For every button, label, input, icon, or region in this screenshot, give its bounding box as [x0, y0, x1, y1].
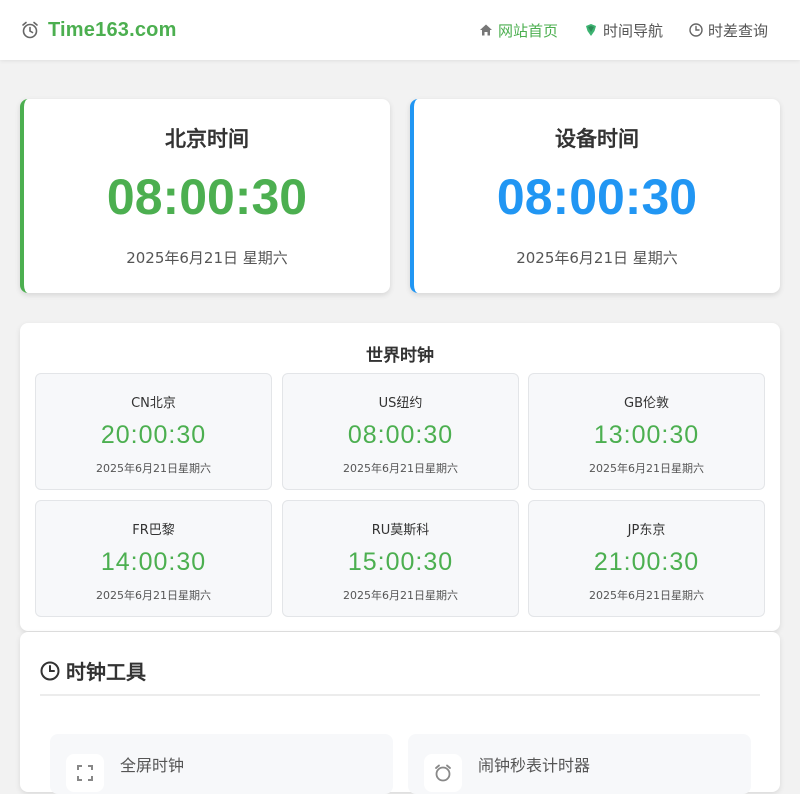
- city-clock-paris: FR巴黎 14:00:30 2025年6月21日星期六: [35, 500, 272, 617]
- device-time-card: 设备时间 08:00:30 2025年6月21日 星期六: [410, 99, 780, 293]
- city-date: 2025年6月21日星期六: [589, 462, 704, 475]
- navigation-icon: [584, 23, 598, 37]
- city-date: 2025年6月21日星期六: [343, 589, 458, 602]
- nav-item-label: 网站首页: [497, 21, 558, 40]
- city-clock-london: GB伦敦 13:00:30 2025年6月21日星期六: [528, 373, 765, 490]
- city-name: CN北京: [131, 396, 176, 411]
- beijing-time: 08:00:30: [106, 169, 308, 225]
- card-title: 设备时间: [555, 127, 639, 151]
- city-time: 13:00:30: [593, 421, 700, 449]
- city-name: US纽约: [378, 396, 423, 411]
- city-date: 2025年6月21日星期六: [343, 462, 458, 475]
- tools-title: 时钟工具: [66, 660, 146, 684]
- device-date: 2025年6月21日 星期六: [516, 249, 678, 267]
- beijing-time-card: 北京时间 08:00:30 2025年6月21日 星期六: [20, 99, 390, 293]
- main-nav: 网站首页 时间导航 时差查询: [453, 20, 768, 41]
- city-date: 2025年6月21日星期六: [589, 589, 704, 602]
- alarm-clock-icon: [20, 20, 40, 40]
- tool-fullscreen-clock[interactable]: 全屏时钟: [50, 734, 393, 794]
- city-name: JP东京: [627, 523, 666, 538]
- divider: [40, 694, 760, 696]
- city-name: GB伦敦: [624, 396, 669, 411]
- city-name: FR巴黎: [132, 523, 175, 538]
- tool-label: 全屏时钟: [120, 756, 185, 775]
- clock-icon: [40, 661, 60, 681]
- city-time: 14:00:30: [100, 548, 207, 576]
- nav-item-timezone-query[interactable]: 时差查询: [689, 20, 768, 41]
- nav-item-label: 时差查询: [707, 21, 768, 40]
- city-time: 08:00:30: [347, 421, 454, 449]
- city-clock-beijing: CN北京 20:00:30 2025年6月21日星期六: [35, 373, 272, 490]
- city-clock-moscow: RU莫斯科 15:00:30 2025年6月21日星期六: [282, 500, 519, 617]
- home-icon: [479, 23, 493, 37]
- site-name: Time163.com: [48, 18, 177, 41]
- clock-tools-section: 时钟工具 全屏时钟 闹钟秒表计时器: [20, 632, 780, 794]
- nav-item-home[interactable]: 网站首页: [479, 20, 558, 41]
- brand[interactable]: Time163.com: [20, 19, 177, 42]
- world-clock-section: 世界时钟 CN北京 20:00:30 2025年6月21日星期六 US纽约 08…: [20, 323, 780, 631]
- nav-item-time-navigation[interactable]: 时间导航: [584, 20, 663, 41]
- nav-item-label: 时间导航: [602, 21, 663, 40]
- tool-label: 闹钟秒表计时器: [478, 756, 591, 775]
- device-time: 08:00:30: [496, 169, 698, 225]
- city-time: 15:00:30: [347, 548, 454, 576]
- city-time: 20:00:30: [100, 421, 207, 449]
- clock-icon: [689, 23, 703, 37]
- city-clock-new-york: US纽约 08:00:30 2025年6月21日星期六: [282, 373, 519, 490]
- city-time: 21:00:30: [593, 548, 700, 576]
- city-name: RU莫斯科: [371, 523, 430, 538]
- city-date: 2025年6月21日星期六: [96, 589, 211, 602]
- alarm-icon: [424, 754, 462, 792]
- card-title: 北京时间: [165, 127, 249, 151]
- city-clock-tokyo: JP东京 21:00:30 2025年6月21日星期六: [528, 500, 765, 617]
- tools-heading: 时钟工具: [40, 656, 146, 685]
- site-header: Time163.com 网站首页 时间导航 时差查询: [0, 0, 800, 60]
- beijing-date: 2025年6月21日 星期六: [126, 249, 288, 267]
- city-date: 2025年6月21日星期六: [96, 462, 211, 475]
- fullscreen-icon: [66, 754, 104, 792]
- tool-alarm-stopwatch-timer[interactable]: 闹钟秒表计时器: [408, 734, 751, 794]
- world-clock-title: 世界时钟: [366, 346, 434, 366]
